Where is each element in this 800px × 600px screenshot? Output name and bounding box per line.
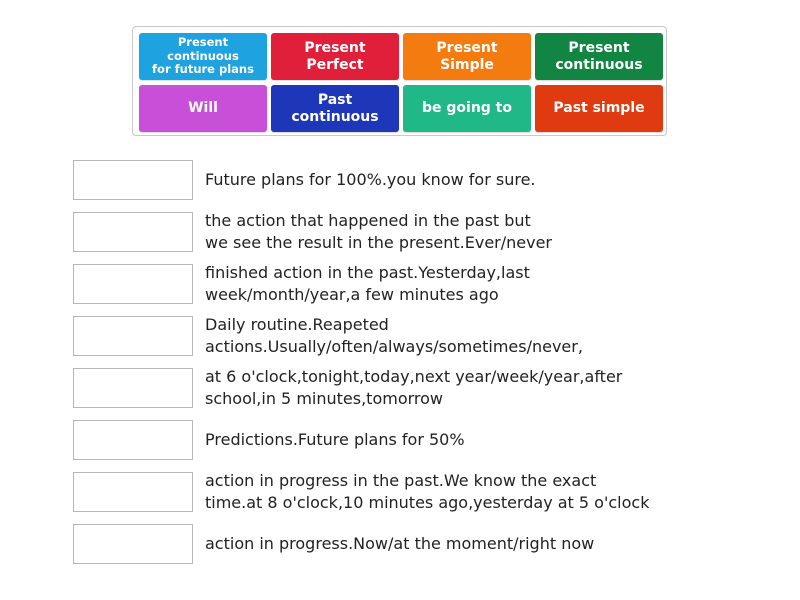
tile-past-simple[interactable]: Past simple [535,85,663,132]
description-text: at 6 o'clock,tonight,today,next year/wee… [205,367,623,408]
drop-slot[interactable] [73,160,193,200]
tile-will[interactable]: Will [139,85,267,132]
tile-be-going-to[interactable]: be going to [403,85,531,132]
description-text: action in progress.Now/at the moment/rig… [205,534,595,553]
description-text: action in progress in the past.We know t… [205,471,650,512]
tile-present-continuous[interactable]: Present continuous [535,33,663,80]
drop-slot[interactable] [73,524,193,564]
drop-slot[interactable] [73,316,193,356]
tile-present-perfect[interactable]: Present Perfect [271,33,399,80]
description-text: the action that happened in the past but… [205,211,553,252]
drop-slot[interactable] [73,368,193,408]
drop-slot[interactable] [73,420,193,460]
drop-slot[interactable] [73,264,193,304]
answer-tile-tray: Present continuous for future plans Pres… [132,26,667,136]
tile-past-continuous[interactable]: Past continuous [271,85,399,132]
drop-slot[interactable] [73,212,193,252]
description-text: Daily routine.Reapeted actions.Usually/o… [205,315,583,356]
description-text: finished action in the past.Yesterday,la… [205,263,530,304]
drop-slot[interactable] [73,472,193,512]
description-text: Predictions.Future plans for 50% [205,430,465,449]
tile-present-simple[interactable]: Present Simple [403,33,531,80]
description-text: Future plans for 100%.you know for sure. [205,170,536,189]
tile-present-continuous-future[interactable]: Present continuous for future plans [139,33,267,80]
